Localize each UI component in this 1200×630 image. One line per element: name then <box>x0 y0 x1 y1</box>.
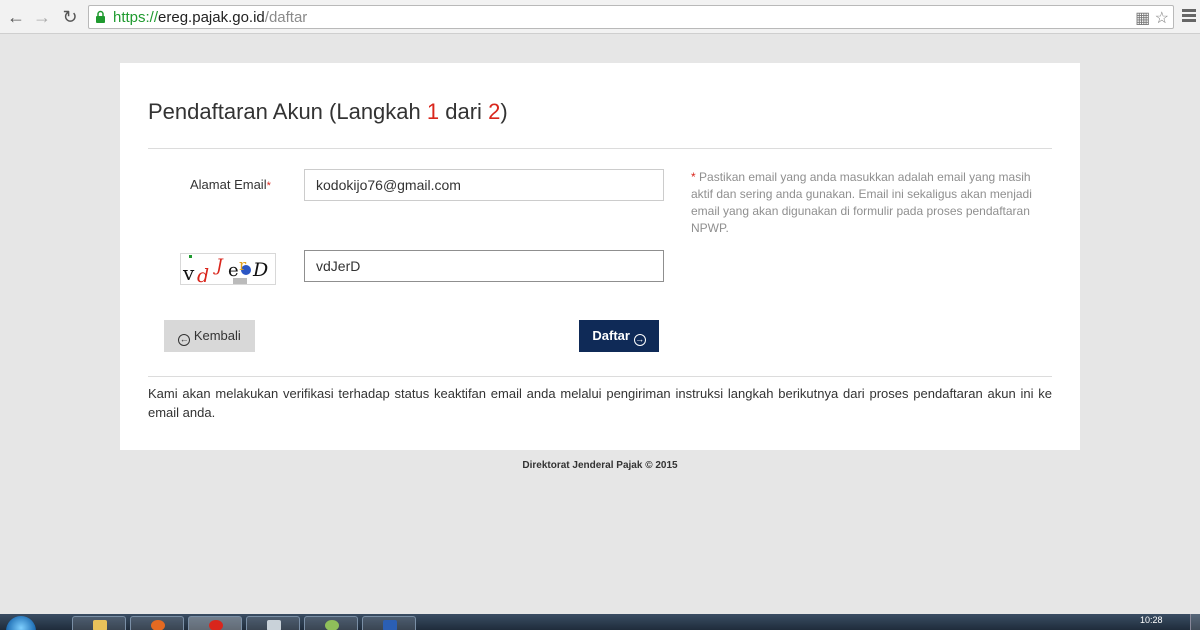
email-label: Alamat Email* <box>190 177 271 192</box>
register-button[interactable]: Daftar → <box>579 320 659 352</box>
back-button[interactable]: ← Kembali <box>164 320 255 352</box>
lock-icon <box>96 10 105 23</box>
arrow-left-circle-icon: ← <box>178 334 191 346</box>
taskbar-chrome[interactable] <box>188 616 242 630</box>
taskbar-media[interactable] <box>304 616 358 630</box>
taskbar: 10:28 <box>0 614 1200 630</box>
taskbar-firefox[interactable] <box>130 616 184 630</box>
taskbar-word[interactable] <box>362 616 416 630</box>
footer-copyright: Direktorat Jenderal Pajak © 2015 <box>522 460 678 471</box>
address-bar[interactable]: https://ereg.pajak.go.id/daftar ▦ ☆ <box>88 5 1174 29</box>
divider <box>148 148 1052 149</box>
edit-icon <box>267 620 281 630</box>
taskbar-editor[interactable] <box>246 616 300 630</box>
back-arrow-icon[interactable]: ← <box>6 7 26 27</box>
show-desktop-button[interactable] <box>1190 614 1200 630</box>
forward-arrow-icon[interactable]: → <box>32 7 52 27</box>
url-text: https://ereg.pajak.go.id/daftar <box>113 9 308 26</box>
word-icon <box>383 620 397 630</box>
verification-info: Kami akan melakukan verifikasi terhadap … <box>148 386 1052 420</box>
star-icon[interactable]: ☆ <box>1155 10 1169 27</box>
firefox-icon <box>151 620 165 630</box>
taskbar-clock[interactable]: 10:28 <box>1140 615 1163 625</box>
browser-toolbar: ← → ↻ https://ereg.pajak.go.id/daftar ▦ … <box>0 0 1200 34</box>
email-field[interactable]: kodokijo76@gmail.com <box>304 169 664 201</box>
folder-icon <box>93 620 107 630</box>
captcha-image: v d J e r D <box>180 253 276 285</box>
reload-icon[interactable]: ↻ <box>60 7 80 27</box>
divider <box>148 376 1052 377</box>
media-icon <box>325 620 339 630</box>
page-title: Pendaftaran Akun (Langkah 1 dari 2) <box>148 99 508 124</box>
registration-card: Pendaftaran Akun (Langkah 1 dari 2) Alam… <box>120 63 1080 450</box>
start-button[interactable] <box>6 616 36 630</box>
email-help-text: * Pastikan email yang anda masukkan adal… <box>691 170 1032 235</box>
taskbar-explorer[interactable] <box>72 616 126 630</box>
arrow-right-circle-icon: → <box>633 334 646 346</box>
captcha-input[interactable]: vdJerD <box>304 250 664 282</box>
menu-icon[interactable] <box>1182 7 1196 27</box>
chrome-icon <box>209 620 223 630</box>
translate-icon[interactable]: ▦ <box>1135 10 1150 27</box>
